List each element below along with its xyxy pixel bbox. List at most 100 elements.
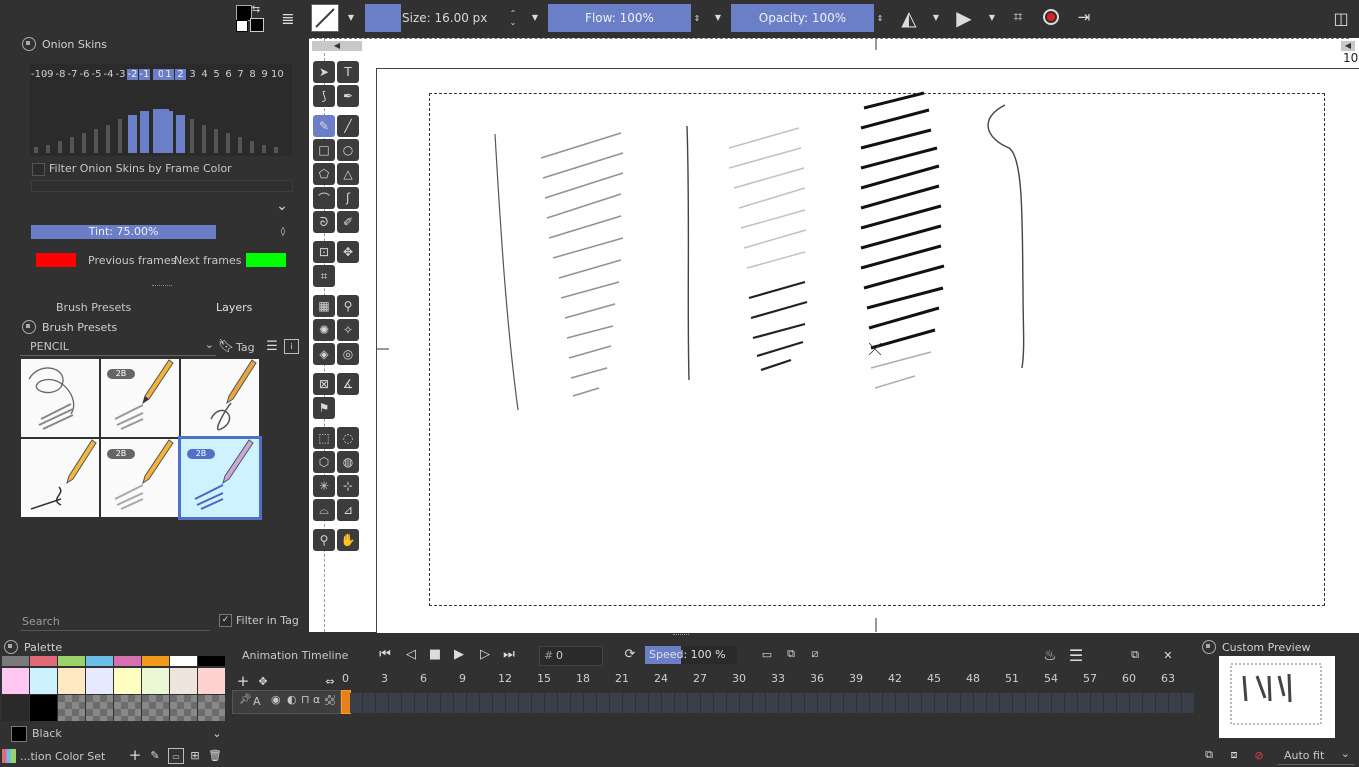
- palette-empty-slot[interactable]: [170, 695, 197, 721]
- onion-skin-number[interactable]: 5: [211, 69, 222, 80]
- swap-colors-icon[interactable]: ⇆: [250, 3, 262, 15]
- float-panel-icon[interactable]: ⧉: [1127, 647, 1143, 663]
- frame-cell[interactable]: [350, 693, 363, 713]
- text-tool-icon[interactable]: T: [337, 61, 359, 83]
- palette-swatch[interactable]: [198, 668, 225, 694]
- frame-cell[interactable]: [909, 693, 922, 713]
- brush-search-input[interactable]: Search: [20, 612, 210, 631]
- add-layer-icon[interactable]: +: [236, 672, 250, 690]
- frame-cell[interactable]: [870, 693, 883, 713]
- onion-skin-opacity-bar[interactable]: [46, 145, 50, 153]
- palette-swatch[interactable]: [86, 668, 113, 694]
- frame-cell[interactable]: [662, 693, 675, 713]
- frame-cell[interactable]: [1182, 693, 1195, 713]
- multi-frame-view-icon[interactable]: ⧉: [782, 646, 800, 662]
- onion-skin-number[interactable]: 9: [259, 69, 270, 80]
- frame-number-label[interactable]: 42: [888, 672, 902, 685]
- polyline-tool-icon[interactable]: △: [337, 163, 359, 185]
- frame-number-label[interactable]: 12: [498, 672, 512, 685]
- onion-skin-opacity-bar[interactable]: [140, 111, 149, 153]
- drop-frames-icon[interactable]: ⧄: [806, 646, 824, 662]
- onion-skin-number[interactable]: -10: [31, 69, 47, 80]
- palette-swatch[interactable]: [142, 656, 169, 666]
- onion-skin-number[interactable]: -2: [127, 69, 138, 80]
- colorize-mask-tool-icon[interactable]: ✧: [337, 319, 359, 341]
- tab-brush-presets[interactable]: Brush Presets: [56, 301, 131, 314]
- frame-cell[interactable]: [1026, 693, 1039, 713]
- onion-skin-opacity-bar[interactable]: [128, 115, 137, 153]
- frame-cell[interactable]: [974, 693, 987, 713]
- elliptical-selection-icon[interactable]: ◌: [337, 427, 359, 449]
- frame-number-label[interactable]: 24: [654, 672, 668, 685]
- onion-skin-opacity-bar[interactable]: [82, 133, 86, 153]
- flow-slider[interactable]: Flow: 100%: [548, 4, 691, 32]
- frame-cell[interactable]: [532, 693, 545, 713]
- lock-icon[interactable]: [4, 640, 18, 654]
- last-frame-icon[interactable]: ⏭: [500, 646, 518, 662]
- onion-skin-opacity-bar[interactable]: [250, 141, 254, 153]
- onion-skin-number[interactable]: -1: [139, 69, 150, 80]
- frame-cell[interactable]: [363, 693, 376, 713]
- visibility-icon[interactable]: ◉: [271, 693, 281, 706]
- frame-cell[interactable]: [649, 693, 662, 713]
- line-tool-icon[interactable]: ╱: [337, 115, 359, 137]
- polygon-tool-icon[interactable]: ⬠: [313, 163, 335, 185]
- lock-icon[interactable]: [22, 37, 36, 51]
- pin-icon[interactable]: 📌︎: [239, 694, 252, 705]
- rectangular-selection-icon[interactable]: ⬚: [313, 427, 335, 449]
- canvas-preview-thumbnail[interactable]: [1219, 656, 1335, 738]
- brush-preview-button[interactable]: [311, 4, 339, 32]
- onion-skin-toggle-icon[interactable]: ♨: [1040, 645, 1060, 665]
- bezier-tool-icon[interactable]: ⌒: [313, 187, 335, 209]
- frame-cell[interactable]: [714, 693, 727, 713]
- background-color-swatch[interactable]: [250, 18, 264, 32]
- frame-cell[interactable]: [1117, 693, 1130, 713]
- frame-number-label[interactable]: 30: [732, 672, 746, 685]
- onion-skin-number[interactable]: 8: [247, 69, 258, 80]
- frame-cell[interactable]: [441, 693, 454, 713]
- onion-skin-number[interactable]: -3: [115, 69, 126, 80]
- frame-cell[interactable]: [740, 693, 753, 713]
- filter-in-tag-checkbox[interactable]: ✓: [219, 614, 232, 627]
- brush-preset-thumbnail[interactable]: 2B: [101, 359, 179, 437]
- lock-icon[interactable]: [1202, 640, 1216, 654]
- frame-number-label[interactable]: 15: [537, 672, 551, 685]
- gradient-tool-icon[interactable]: ▦: [313, 295, 335, 317]
- filter-onion-checkbox[interactable]: [32, 163, 45, 176]
- frame-number-label[interactable]: 48: [966, 672, 980, 685]
- brush-info-icon[interactable]: i: [284, 339, 299, 354]
- onion-skin-opacity-bar[interactable]: [238, 137, 242, 153]
- palette-empty-slot[interactable]: [198, 695, 225, 721]
- onion-skin-number[interactable]: 6: [223, 69, 234, 80]
- first-frame-icon[interactable]: ⏮: [376, 646, 394, 662]
- onion-skin-number[interactable]: -7: [67, 69, 78, 80]
- palette-swatch[interactable]: [114, 656, 141, 666]
- contiguous-selection-icon[interactable]: ✳: [313, 475, 335, 497]
- chevron-down-icon[interactable]: ⌄: [211, 727, 223, 740]
- frame-cell[interactable]: [545, 693, 558, 713]
- frame-cell[interactable]: [610, 693, 623, 713]
- onion-skin-number[interactable]: 1: [163, 69, 174, 80]
- frame-cell[interactable]: [623, 693, 636, 713]
- dynamic-brush-tool-icon[interactable]: ᘐ: [313, 211, 335, 233]
- frame-cell[interactable]: [1065, 693, 1078, 713]
- palette-swatch[interactable]: [2, 668, 29, 694]
- opacity-spin-icon[interactable]: ⇕: [875, 4, 885, 32]
- frame-cell[interactable]: [389, 693, 402, 713]
- frame-cell[interactable]: [1078, 693, 1091, 713]
- onion-skin-number[interactable]: 4: [199, 69, 210, 80]
- grid-icon[interactable]: ⊞: [188, 748, 202, 762]
- reset-colors-icon[interactable]: [236, 20, 248, 32]
- reference-images-tool-icon[interactable]: ⚑: [313, 397, 335, 419]
- frame-number-label[interactable]: 21: [615, 672, 629, 685]
- speed-slider[interactable]: Speed: 100 %: [645, 646, 737, 664]
- palette-swatch[interactable]: [30, 668, 57, 694]
- frame-number-label[interactable]: 6: [420, 672, 427, 685]
- frame-cell[interactable]: [1039, 693, 1052, 713]
- palette-empty-slot[interactable]: [58, 695, 85, 721]
- onion-skin-opacity-bar[interactable]: [94, 129, 98, 153]
- onion-skin-number[interactable]: -4: [103, 69, 114, 80]
- tab-layers[interactable]: Layers: [216, 301, 252, 314]
- frame-number-label[interactable]: 18: [576, 672, 590, 685]
- frame-cell[interactable]: [948, 693, 961, 713]
